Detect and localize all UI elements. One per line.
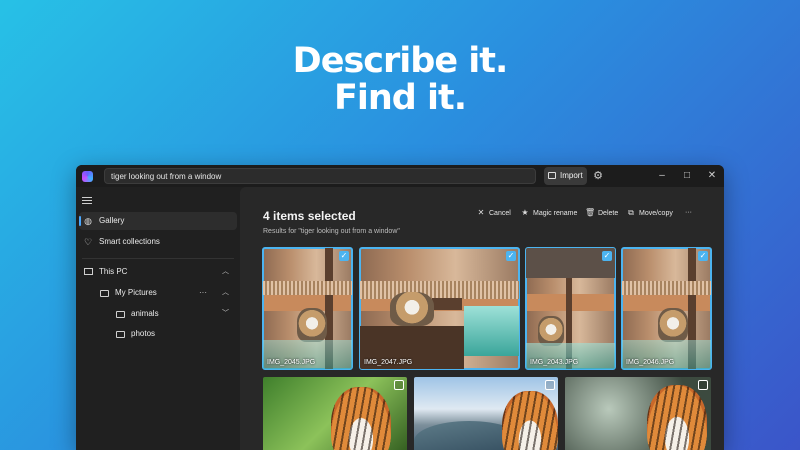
tiger-image	[538, 316, 564, 346]
sidebar-item-photos[interactable]: photos	[79, 325, 237, 343]
move-copy-button[interactable]: ⧉ Move/copy	[626, 206, 673, 220]
room-deck	[263, 281, 352, 295]
title-bar: tiger looking out from a window Import ⚙…	[76, 165, 724, 187]
water	[464, 306, 519, 356]
menu-icon[interactable]	[82, 195, 92, 205]
tiger-image	[297, 308, 327, 342]
folder-icon	[98, 284, 110, 303]
tiger-image	[390, 292, 434, 326]
sidebar-item-smart-collections[interactable]: ♡ Smart collections	[79, 233, 237, 251]
app-window: tiger looking out from a window Import ⚙…	[76, 165, 724, 450]
folder-icon	[114, 325, 126, 344]
checkmark-icon[interactable]: ✓	[339, 251, 349, 261]
close-window-button[interactable]: ✕	[702, 168, 722, 184]
delete-button[interactable]: 🗑 Delete	[585, 206, 618, 220]
close-icon: ✕	[477, 208, 485, 217]
sidebar: ◍ Gallery ♡ Smart collections This PC ︿ …	[76, 187, 240, 450]
selection-indicator	[79, 216, 81, 226]
photo-thumbnail[interactable]	[414, 377, 558, 450]
settings-icon[interactable]: ⚙	[591, 168, 605, 184]
sidebar-item-gallery[interactable]: ◍ Gallery	[79, 212, 237, 230]
hero-line-1: Describe it.	[292, 41, 509, 81]
checkmark-icon[interactable]: ✓	[698, 251, 708, 261]
move-icon: ⧉	[628, 208, 634, 217]
checkbox[interactable]	[394, 380, 404, 390]
import-button[interactable]: Import	[544, 167, 587, 185]
photo-thumbnail[interactable]: ✓ IMG_2043.JPG	[525, 247, 616, 370]
photo-filename: IMG_2047.JPG	[364, 359, 413, 366]
photo-thumbnail[interactable]: ✓ IMG_2045.JPG	[262, 247, 353, 370]
chevron-up-icon[interactable]: ︿	[222, 263, 229, 281]
import-icon	[548, 172, 556, 179]
sidebar-item-label: My Pictures	[115, 288, 157, 297]
pc-icon	[82, 263, 94, 281]
sidebar-item-label: Gallery	[99, 216, 125, 225]
sidebar-item-animals[interactable]: animals ﹀	[79, 305, 237, 323]
more-options-button[interactable]: ···	[685, 206, 692, 220]
minimize-button[interactable]: –	[652, 168, 672, 184]
photo-thumbnail[interactable]: ✓ IMG_2047.JPG	[359, 247, 520, 370]
main-content: 4 items selected Results for "tiger look…	[240, 187, 724, 450]
move-copy-label: Move/copy	[639, 210, 673, 217]
tiger-image	[331, 387, 391, 450]
sidebar-item-label: animals	[131, 309, 159, 318]
more-icon[interactable]: ···	[199, 284, 207, 302]
sidebar-item-label: This PC	[99, 267, 128, 276]
trash-icon: 🗑	[585, 208, 596, 217]
photo-thumbnail[interactable]	[565, 377, 711, 450]
magic-rename-button[interactable]: ★ Magic rename	[520, 206, 577, 220]
checkbox[interactable]	[545, 380, 555, 390]
hero-line-2: Find it.	[333, 78, 467, 118]
sidebar-item-my-pictures[interactable]: My Pictures ··· ︿	[79, 284, 237, 302]
photo-filename: IMG_2046.JPG	[626, 359, 675, 366]
sidebar-item-label: Smart collections	[99, 237, 160, 246]
star-icon: ★	[521, 208, 529, 217]
photo-thumbnail[interactable]: ✓ IMG_2046.JPG	[621, 247, 712, 370]
cancel-label: Cancel	[489, 210, 511, 217]
page-title: 4 items selected	[263, 209, 356, 223]
chevron-up-icon[interactable]: ︿	[222, 284, 229, 302]
import-label: Import	[560, 171, 583, 180]
heart-icon: ♡	[83, 237, 93, 247]
photo-thumbnail[interactable]	[263, 377, 407, 450]
gallery-icon: ◍	[84, 216, 92, 226]
room-deck	[360, 281, 519, 299]
cancel-button[interactable]: ✕ Cancel	[476, 206, 511, 220]
folder-icon	[114, 305, 126, 324]
sidebar-divider	[82, 258, 234, 259]
magic-rename-label: Magic rename	[533, 210, 578, 217]
photo-filename: IMG_2045.JPG	[267, 359, 316, 366]
sidebar-item-label: photos	[131, 329, 156, 338]
results-subtitle: Results for "tiger looking out from a wi…	[263, 228, 400, 235]
app-logo-icon	[82, 171, 93, 182]
tiger-image	[658, 308, 688, 342]
photo-filename: IMG_2043.JPG	[530, 359, 579, 366]
search-input[interactable]: tiger looking out from a window	[104, 168, 536, 184]
room-deck	[622, 281, 711, 295]
checkmark-icon[interactable]: ✓	[506, 251, 516, 261]
tiger-image	[502, 391, 558, 450]
delete-label: Delete	[598, 210, 619, 217]
tiger-image	[647, 385, 707, 450]
maximize-button[interactable]: □	[677, 168, 697, 184]
sidebar-item-this-pc[interactable]: This PC ︿	[79, 263, 237, 281]
checkbox[interactable]	[698, 380, 708, 390]
room-post	[432, 298, 462, 310]
checkmark-icon[interactable]: ✓	[602, 251, 612, 261]
chevron-down-icon[interactable]: ﹀	[222, 305, 229, 323]
